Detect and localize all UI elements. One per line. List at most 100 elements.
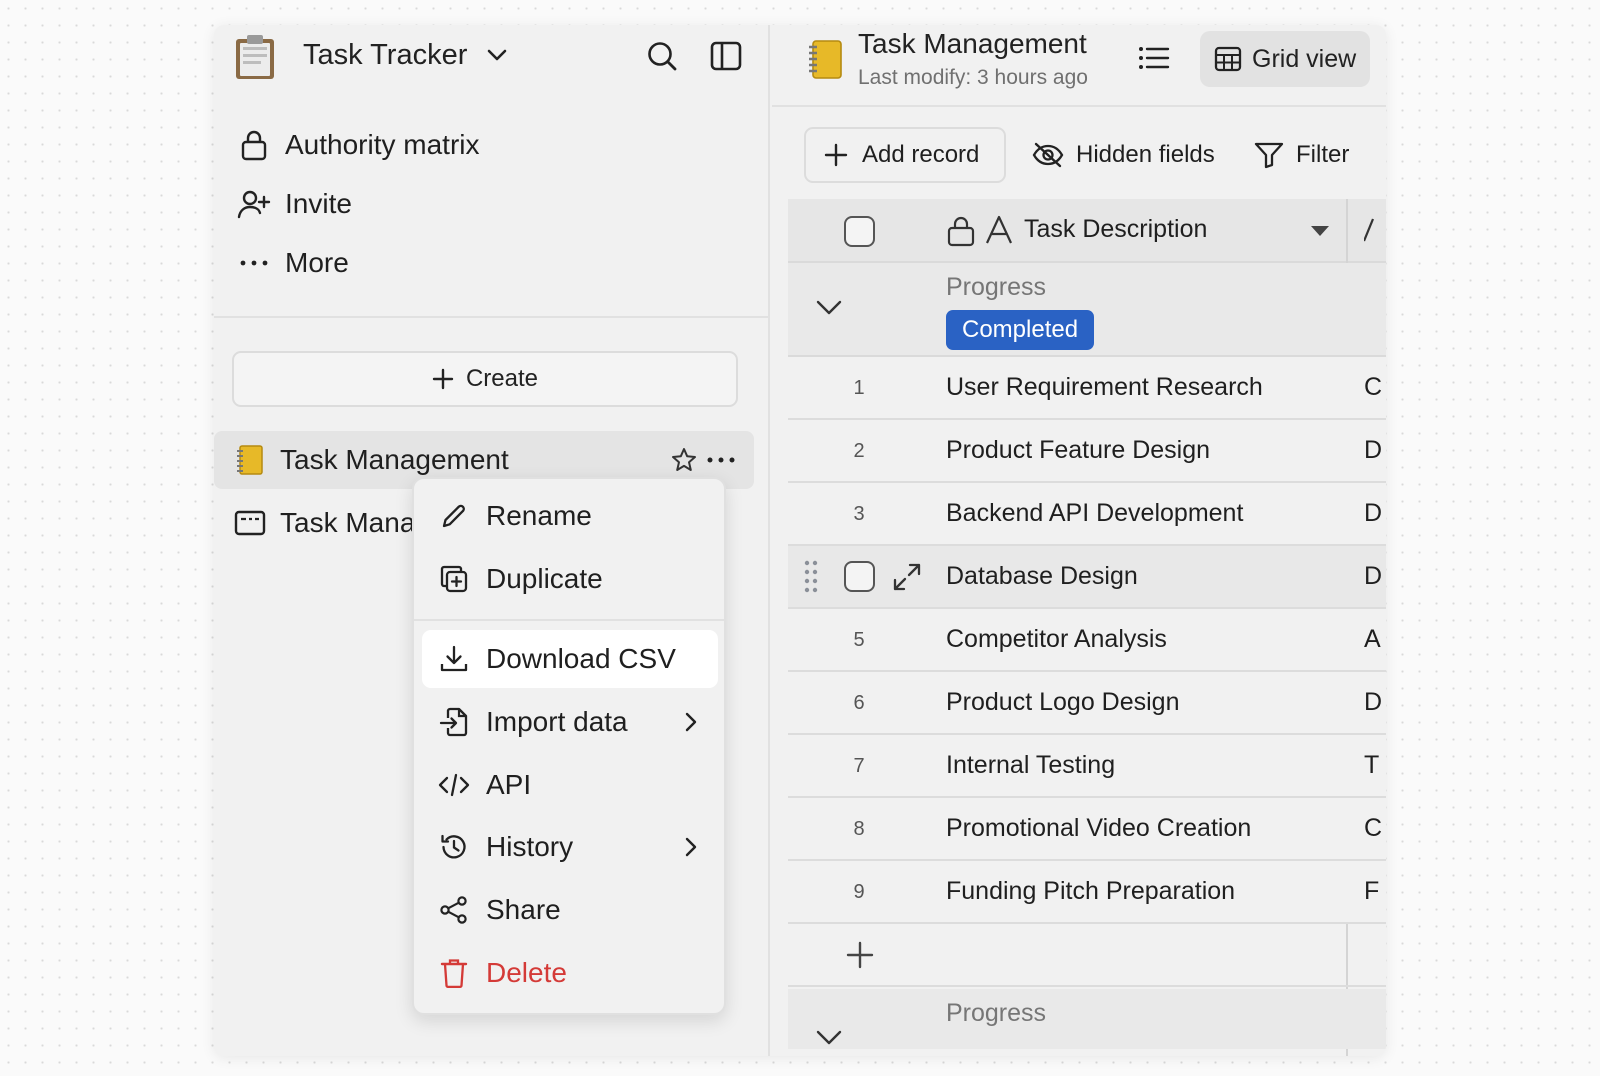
plus-icon [846,941,874,969]
plus-icon [432,368,454,390]
clipboard-icon [232,33,278,81]
next-column-cell: D [1364,562,1383,590]
menu-item-label: Import data [486,706,628,737]
table-header: Task Description [788,199,1386,263]
menu-item-label: Duplicate [486,563,603,594]
select-all-checkbox[interactable] [844,216,875,247]
app-title[interactable]: Task Tracker [303,39,467,72]
more-horizontal-icon[interactable] [706,446,736,474]
search-icon[interactable] [645,39,679,73]
group-field-label: Progress [946,273,1047,301]
notebook-icon [806,38,844,82]
sidebar-item-label: Invite [285,188,352,219]
menu-item-history[interactable]: History [422,818,718,876]
menu-divider [414,619,724,621]
table-row[interactable]: Database Design D [788,546,1386,609]
menu-item-download-csv[interactable]: Download CSV [422,630,718,688]
row-number: 5 [853,629,865,651]
task-description-cell[interactable]: Internal Testing [946,751,1115,780]
next-column-header-clip [1364,215,1376,245]
table-row[interactable]: 2 Product Feature Design D [788,420,1386,483]
page-title[interactable]: Task Management [858,28,1087,60]
lock-icon [233,128,275,162]
sidebar: Task Tracker Authority matrix Invite Mor… [214,25,770,1056]
list-icon[interactable] [1138,45,1170,71]
task-description-cell[interactable]: User Requirement Research [946,373,1263,402]
table-row[interactable]: 9 Funding Pitch Preparation F [788,861,1386,924]
history-icon [436,832,472,862]
task-description-cell[interactable]: Promotional Video Creation [946,814,1251,843]
sidebar-header: Task Tracker [214,25,768,87]
menu-item-label: API [486,769,532,800]
row-checkbox[interactable] [844,561,875,592]
row-number: 3 [853,503,865,525]
caret-down-icon[interactable] [1310,224,1330,238]
pencil-icon [436,501,472,531]
table-row[interactable]: 8 Promotional Video Creation C [788,798,1386,861]
sidebar-item-label: Authority matrix [285,129,480,160]
grid-view-label: Grid view [1252,44,1357,73]
next-column-cell: C [1364,373,1383,401]
add-row-button[interactable] [788,924,1386,987]
task-description-cell[interactable]: Product Feature Design [946,436,1210,465]
filter-button[interactable]: Filter [1254,127,1349,183]
next-column-cell: T [1364,751,1380,779]
row-number: 2 [853,440,865,462]
group-field-label: Progress [946,999,1047,1027]
form-icon [230,509,270,537]
main-header: Task Management Last modify: 3 hours ago… [772,25,1386,107]
task-description-cell[interactable]: Funding Pitch Preparation [946,877,1235,906]
task-description-cell[interactable]: Product Logo Design [946,688,1179,717]
chevron-down-icon[interactable] [485,43,509,67]
task-description-cell[interactable]: Database Design [946,562,1138,591]
column-header-task-description[interactable]: Task Description [1024,215,1207,244]
menu-item-label: Delete [486,957,567,988]
more-horizontal-icon [233,258,275,268]
group-header-progress[interactable]: Progress [788,989,1386,1049]
menu-item-duplicate[interactable]: Duplicate [422,550,718,608]
plus-icon [824,143,848,167]
next-column-cell: D [1364,688,1383,716]
hidden-fields-label: Hidden fields [1076,141,1215,168]
menu-item-delete[interactable]: Delete [422,944,718,1002]
last-modified-text: Last modify: 3 hours ago [858,66,1088,89]
sidebar-item-authority-matrix[interactable]: Authority matrix [228,120,748,170]
tree-node-label: Task Management [280,444,509,475]
menu-item-api[interactable]: API [422,756,718,814]
sidebar-item-more[interactable]: More [228,238,748,288]
menu-item-import-data[interactable]: Import data [422,693,718,751]
star-icon[interactable] [670,446,698,474]
table-row[interactable]: 7 Internal Testing T [788,735,1386,798]
group-header-progress[interactable]: Progress Completed [788,263,1386,357]
add-record-button[interactable]: Add record [804,127,1006,183]
create-button[interactable]: Create [232,351,738,407]
table-row[interactable]: 6 Product Logo Design D [788,672,1386,735]
drag-handle-icon[interactable] [804,560,818,594]
row-number: 1 [853,377,865,399]
view-toolbar: Add record Hidden fields Filter [772,127,1386,183]
expand-icon[interactable] [892,562,922,592]
tree-node-label: Task Mana [280,507,416,538]
menu-item-share[interactable]: Share [422,881,718,939]
menu-item-label: Rename [486,500,592,531]
sidebar-item-invite[interactable]: Invite [228,179,748,229]
hidden-fields-button[interactable]: Hidden fields [1032,127,1215,183]
row-number: 8 [853,818,865,840]
share-icon [436,895,472,925]
table-row[interactable]: 3 Backend API Development D [788,483,1386,546]
sidebar-toggle-icon[interactable] [709,39,743,73]
menu-item-rename[interactable]: Rename [422,487,718,545]
menu-item-label: History [486,831,574,862]
task-description-cell[interactable]: Competitor Analysis [946,625,1167,654]
grid-view-tab[interactable]: Grid view [1200,31,1370,87]
chevron-down-icon[interactable] [816,299,842,317]
sidebar-divider [214,316,770,318]
table-row[interactable]: 1 User Requirement Research C [788,357,1386,420]
filter-icon [1254,141,1284,169]
chevron-down-icon[interactable] [816,1029,842,1047]
trash-icon [436,957,472,989]
task-description-cell[interactable]: Backend API Development [946,499,1243,528]
table-row[interactable]: 5 Competitor Analysis A [788,609,1386,672]
code-icon [436,772,472,798]
app-window: Task Tracker Authority matrix Invite Mor… [214,25,1386,1056]
